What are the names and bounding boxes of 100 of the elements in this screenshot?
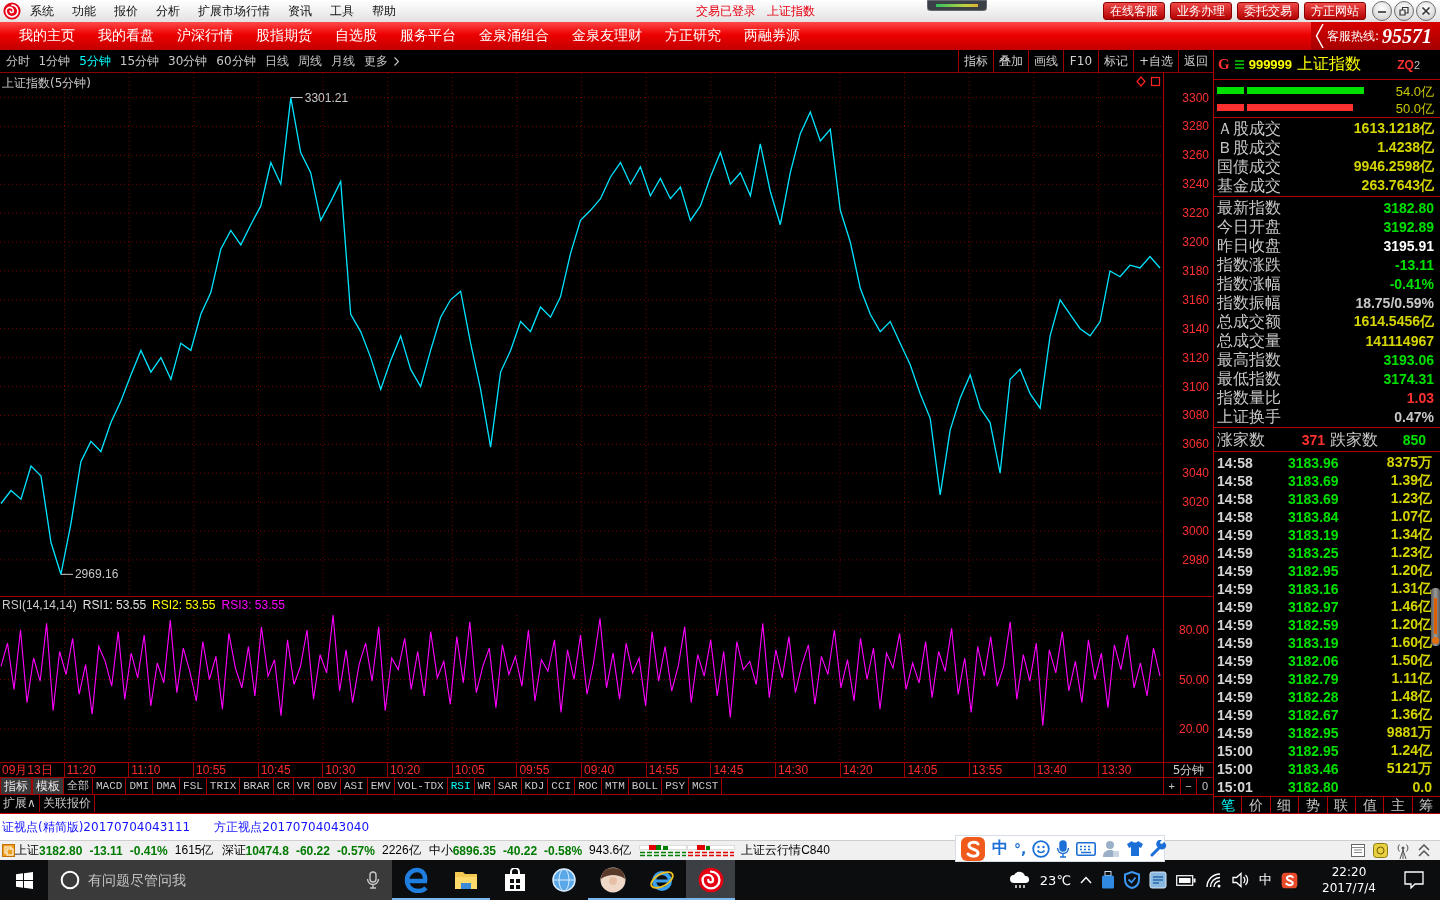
nav-item[interactable]: 服务平台 (388, 23, 467, 49)
taskbar-app[interactable] (686, 860, 735, 900)
indicator-tab[interactable]: BOLL (628, 778, 663, 794)
more-button[interactable]: 更多 (359, 51, 404, 71)
period-tab[interactable]: 5分钟 (74, 51, 116, 71)
extra-tab[interactable]: 扩展∧ (0, 795, 40, 812)
period-tab[interactable]: 60分钟 (211, 51, 261, 71)
news-link[interactable]: 证视点(精简版)20170704043111 (2, 818, 191, 836)
panel-icon[interactable] (1351, 844, 1365, 857)
indicator-tab[interactable]: EMV (367, 778, 395, 794)
scrollbar-thumb[interactable] (1431, 588, 1440, 646)
menu-item[interactable]: 工具 (321, 1, 363, 21)
nav-item[interactable]: 股指期货 (244, 23, 323, 49)
menu-item[interactable]: 帮助 (363, 1, 405, 21)
indicator-tab[interactable]: DMI (126, 778, 154, 794)
period-tab[interactable]: 分时 (1, 51, 34, 71)
wrench-icon[interactable] (1150, 840, 1168, 857)
shirt-icon[interactable] (1126, 840, 1145, 857)
shield-icon[interactable] (1124, 871, 1140, 889)
tool-button[interactable]: F10 (1062, 50, 1098, 72)
nav-item[interactable]: 方正研究 (653, 23, 732, 49)
indicator-tab[interactable]: VOL-TDX (394, 778, 448, 794)
menu-item[interactable]: 扩展市场行情 (189, 1, 279, 21)
search-field[interactable]: 有问题尽管问我 (88, 868, 358, 892)
panel-tab[interactable]: 筹 (1412, 797, 1440, 813)
indicator-tab[interactable]: MACD (93, 778, 127, 794)
indicator-tab[interactable]: KDJ (521, 778, 549, 794)
indicator-button[interactable]: 指标 (0, 778, 32, 794)
top-button[interactable]: 业务办理 (1170, 2, 1232, 20)
panel-tab[interactable]: 价 (1242, 797, 1271, 813)
panel-tab[interactable]: 联 (1327, 797, 1356, 813)
coin-icon[interactable] (1373, 843, 1388, 858)
ime-logo-icon[interactable] (960, 835, 986, 862)
top-button[interactable]: 在线客服 (1103, 2, 1165, 20)
top-button[interactable]: 方正网站 (1304, 2, 1366, 20)
tool-button[interactable]: 指标 (957, 50, 993, 72)
nav-item[interactable]: 沪深行情 (165, 23, 244, 49)
zoom-button[interactable]: − (1180, 778, 1198, 794)
minimize-button[interactable] (1372, 1, 1392, 21)
close-button[interactable] (1416, 1, 1436, 21)
indicator-tab[interactable]: TRIX (206, 778, 241, 794)
menu-item[interactable]: 分析 (147, 1, 189, 21)
indicator-tab[interactable]: WR (474, 778, 495, 794)
top-button[interactable]: 委托交易 (1237, 2, 1299, 20)
search-box[interactable]: 有问题尽管问我 (48, 860, 392, 900)
smiley-icon[interactable] (1032, 839, 1051, 858)
period-tab[interactable]: 月线 (326, 51, 360, 71)
battery-icon[interactable] (1176, 874, 1196, 886)
period-tab[interactable]: 1分钟 (34, 51, 75, 71)
indicator-tab[interactable]: ASI (340, 778, 368, 794)
chevron-up-icon[interactable] (1080, 876, 1092, 884)
indicator-tab[interactable]: RSI (447, 778, 475, 794)
indicator-tab[interactable]: VR (293, 778, 315, 794)
indicator-button[interactable]: 模板 (32, 778, 64, 794)
nav-item[interactable]: 我的主页 (7, 23, 86, 49)
extra-tab[interactable]: 关联报价 (39, 795, 95, 812)
indicator-tab[interactable]: OBV (314, 778, 341, 794)
news-link[interactable]: 方正视点20170704043040 (214, 818, 370, 836)
ime-mode[interactable]: 中 (992, 838, 1008, 859)
tool-button[interactable]: +自选 (1132, 50, 1178, 72)
indicator-tab[interactable]: FSL (180, 778, 207, 794)
indicator-tab[interactable]: PSY (662, 778, 689, 794)
input-mode[interactable]: 中 (1259, 871, 1272, 889)
tool-button[interactable]: 标记 (1097, 50, 1133, 72)
nav-item[interactable]: 金泉友理财 (560, 23, 653, 49)
indicator-tab[interactable]: CCI (548, 778, 576, 794)
app-tile-icon[interactable] (1149, 871, 1167, 889)
menu-item[interactable]: 报价 (105, 1, 147, 21)
tool-button[interactable]: 画线 (1027, 50, 1063, 72)
panel-tab[interactable]: 主 (1384, 797, 1413, 813)
indicator-tab[interactable]: DMA (153, 778, 181, 794)
double-arrow-up-icon[interactable] (1418, 843, 1430, 858)
panel-tab[interactable]: 值 (1355, 797, 1385, 813)
menu-icon[interactable] (1234, 60, 1244, 69)
microphone-icon[interactable] (1056, 839, 1071, 858)
tool-button[interactable]: 返回 (1178, 50, 1213, 72)
indicator-tab[interactable]: BRAR (240, 778, 274, 794)
menu-item[interactable]: 功能 (63, 1, 105, 21)
clock[interactable]: 22:20 2017/7/4 (1313, 865, 1385, 895)
indicator-tab[interactable]: SAR (494, 778, 522, 794)
zoom-button[interactable]: + (1164, 778, 1181, 794)
zoom-button[interactable]: 0 (1197, 778, 1213, 794)
nav-item[interactable]: 自选股 (323, 23, 388, 49)
microphone-icon[interactable] (366, 871, 380, 889)
nav-item[interactable]: 金泉涌组合 (467, 23, 560, 49)
tool-button[interactable]: 叠加 (992, 50, 1028, 72)
panel-tab[interactable]: 细 (1270, 797, 1300, 813)
nav-item[interactable]: 我的看盘 (86, 23, 165, 49)
restore-button[interactable] (1394, 1, 1414, 21)
diamond-icon[interactable] (1136, 76, 1146, 87)
panel-tab[interactable]: 势 (1299, 797, 1328, 813)
square-icon[interactable] (1150, 76, 1161, 87)
period-tab[interactable]: 30分钟 (163, 51, 212, 71)
indicator-tab[interactable]: CR (273, 778, 294, 794)
indicator-tab[interactable]: 全部 (64, 778, 93, 794)
period-tab[interactable]: 周线 (293, 51, 327, 71)
wifi-icon[interactable] (1205, 872, 1223, 888)
keyboard-icon[interactable] (1076, 841, 1097, 856)
menu-item[interactable]: 资讯 (279, 1, 321, 21)
nav-item[interactable]: 两融券源 (732, 23, 811, 49)
